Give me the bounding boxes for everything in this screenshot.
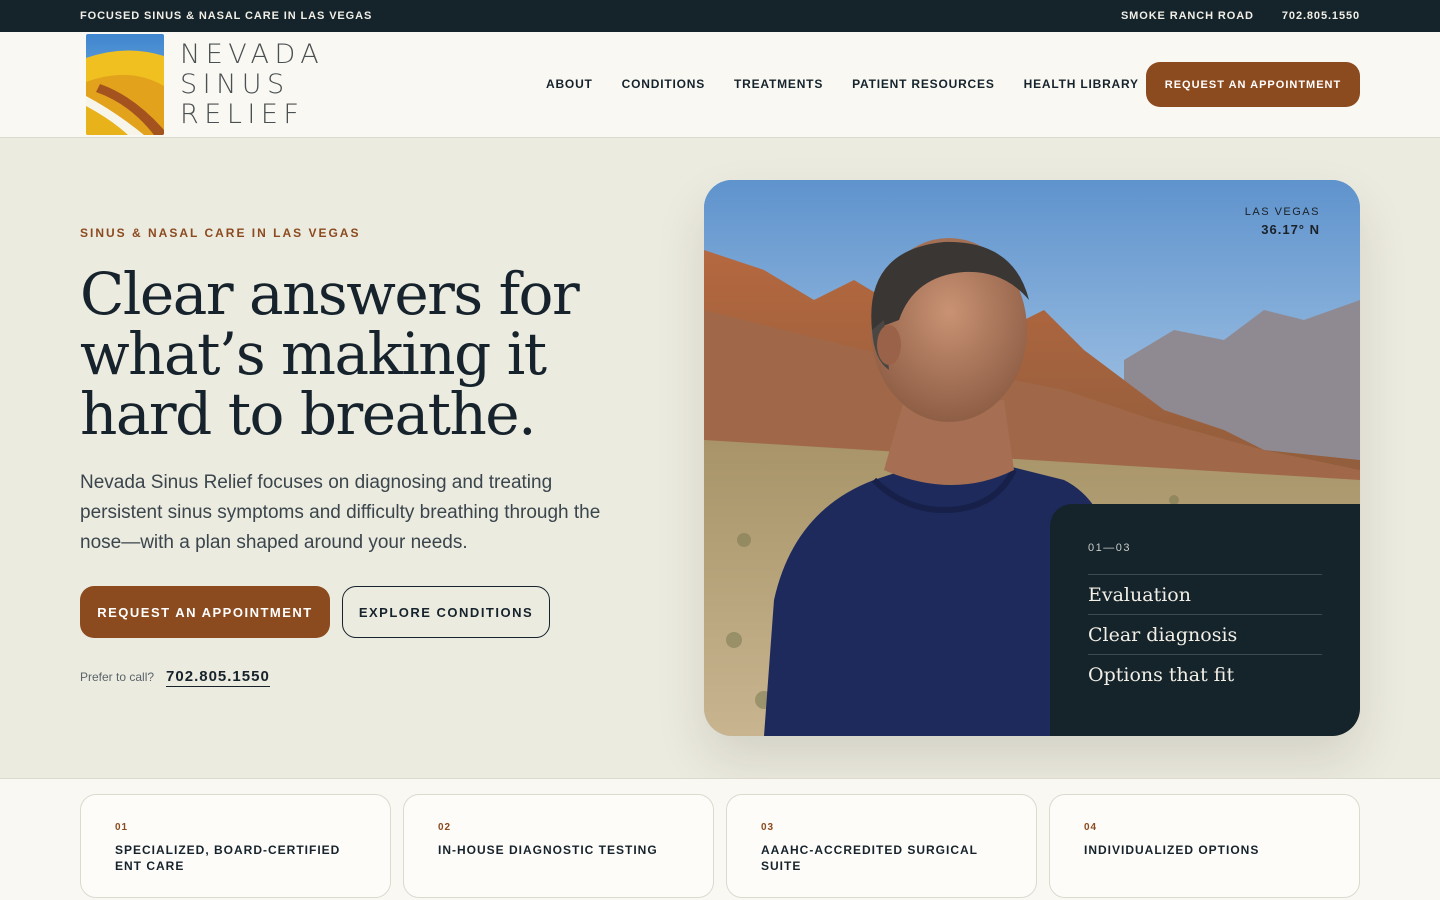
nav-item-about[interactable]: ABOUT [546,77,593,91]
header-request-appointment-button[interactable]: REQUEST AN APPOINTMENT [1146,62,1360,107]
location-link[interactable]: SMOKE RANCH ROAD [1121,10,1254,22]
location-city: LAS VEGAS [1244,206,1320,218]
location-coordinate: 36.17° N [1261,222,1320,237]
top-bar-contact: SMOKE RANCH ROAD 702.805.1550 [1121,10,1360,22]
headline-line-3: hard to breathe. [80,380,537,448]
main-nav: ABOUT CONDITIONS TREATMENTS PATIENT RESO… [546,32,1139,136]
logo-line-3: RELIEF [180,99,305,130]
top-bar: FOCUSED SINUS & NASAL CARE IN LAS VEGAS … [0,0,1440,32]
logo-line-2: SINUS [180,69,290,100]
feature-number: 04 [1084,822,1098,833]
hero-headline: Clear answers for what’s making it hard … [80,264,680,444]
feature-card: 02 IN-HOUSE DIAGNOSTIC TESTING [403,794,714,898]
headline-line-1: Clear answers for [80,260,580,328]
logo-line-1: NEVADA [180,39,325,70]
feature-number: 01 [115,822,129,833]
feature-title: IN-HOUSE DIAGNOSTIC TESTING [438,843,658,857]
step-item: Evaluation [1088,574,1322,614]
logo-wordmark: NEVADA SINUS RELIEF [180,40,324,130]
site-header: NEVADA SINUS RELIEF ABOUT CONDITIONS TRE… [0,32,1440,138]
steps-count: 01—03 [1088,542,1131,554]
feature-card: 01 SPECIALIZED, BOARD-CERTIFIED ENT CARE [80,794,391,898]
logo-mark-icon [86,34,164,135]
explore-conditions-button[interactable]: EXPLORE CONDITIONS [342,586,550,638]
request-appointment-button[interactable]: REQUEST AN APPOINTMENT [80,586,330,638]
feature-title: AAAHC-ACCREDITED SURGICAL SUITE [761,843,978,873]
feature-title: INDIVIDUALIZED OPTIONS [1084,843,1260,857]
step-item: Clear diagnosis [1088,614,1322,654]
top-bar-tagline: FOCUSED SINUS & NASAL CARE IN LAS VEGAS [80,10,373,22]
nav-item-conditions[interactable]: CONDITIONS [622,77,705,91]
headline-line-2: what’s making it [80,320,547,388]
nav-item-treatments[interactable]: TREATMENTS [734,77,823,91]
feature-number: 03 [761,822,775,833]
logo[interactable]: NEVADA SINUS RELIEF [86,34,324,135]
call-label: Prefer to call? [80,670,155,684]
hero-image-card: LAS VEGAS 36.17° N 01—03 Evaluation Clea… [704,180,1360,736]
feature-card: 04 INDIVIDUALIZED OPTIONS [1049,794,1360,898]
hero-eyebrow: SINUS & NASAL CARE IN LAS VEGAS [80,226,361,240]
step-item: Options that fit [1088,654,1322,694]
feature-card: 03 AAAHC-ACCREDITED SURGICAL SUITE [726,794,1037,898]
hero-lead: Nevada Sinus Relief focuses on diagnosin… [80,472,601,553]
nav-item-patient-resources[interactable]: PATIENT RESOURCES [852,77,995,91]
feature-title: SPECIALIZED, BOARD-CERTIFIED ENT CARE [115,843,341,873]
call-phone-link[interactable]: 702.805.1550 [166,668,270,687]
nav-item-health-library[interactable]: HEALTH LIBRARY [1024,77,1139,91]
phone-link[interactable]: 702.805.1550 [1282,10,1360,22]
call-row: Prefer to call? 702.805.1550 [80,668,270,687]
location-badge: LAS VEGAS 36.17° N [1245,206,1320,237]
steps-panel: 01—03 Evaluation Clear diagnosis Options… [1050,504,1360,736]
feature-number: 02 [438,822,452,833]
features-strip: 01 SPECIALIZED, BOARD-CERTIFIED ENT CARE… [0,778,1440,900]
